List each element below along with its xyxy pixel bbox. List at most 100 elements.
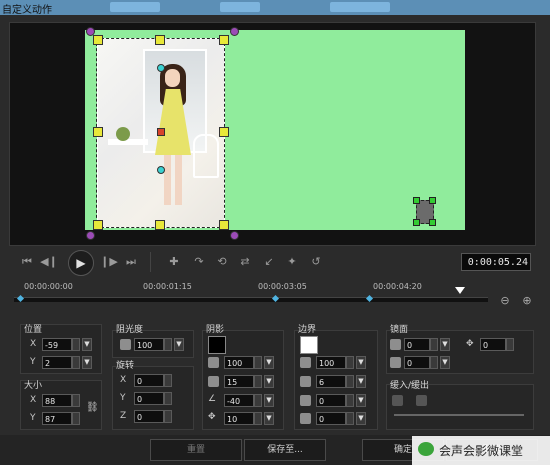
- object-handle[interactable]: [413, 219, 420, 226]
- move-left-icon[interactable]: ↙: [260, 254, 278, 270]
- shadow-blur-spinner[interactable]: [254, 375, 262, 388]
- shadow-opacity-spinner[interactable]: [254, 356, 262, 369]
- add-keyframe-icon[interactable]: ✚: [165, 254, 183, 270]
- resize-handle[interactable]: [219, 35, 229, 45]
- border-blur-dropdown[interactable]: ▼: [356, 394, 366, 407]
- fade-slider[interactable]: [394, 414, 524, 416]
- shadow-blur-dropdown[interactable]: ▼: [264, 375, 274, 388]
- shadow-distance-spinner[interactable]: [254, 412, 262, 425]
- shadow-opacity-dropdown[interactable]: ▼: [264, 356, 274, 369]
- shadow-color-swatch[interactable]: [208, 336, 226, 354]
- border-width-input[interactable]: 6: [316, 375, 346, 388]
- mirror-offset-spinner[interactable]: [506, 338, 514, 351]
- position-y-dropdown[interactable]: ▼: [82, 356, 92, 369]
- remove-keyframe-icon[interactable]: ↷: [190, 254, 208, 270]
- resize-handle[interactable]: [219, 127, 229, 137]
- border-blur-spinner[interactable]: [346, 394, 354, 407]
- rotation-x-input[interactable]: 0: [134, 374, 164, 387]
- mirror-opacity-input[interactable]: 0: [404, 338, 430, 351]
- rotation-y-input[interactable]: 0: [134, 392, 164, 405]
- resize-handle[interactable]: [93, 35, 103, 45]
- fade-in-icon[interactable]: [392, 395, 403, 406]
- position-x-input[interactable]: -59: [42, 338, 72, 351]
- border-radius-input[interactable]: 0: [316, 412, 346, 425]
- shadow-angle-dropdown[interactable]: ▼: [264, 394, 274, 407]
- shadow-opacity-input[interactable]: 100: [224, 356, 254, 369]
- opacity-dropdown[interactable]: ▼: [174, 338, 184, 351]
- mirror-fade-dropdown[interactable]: ▼: [440, 356, 450, 369]
- fade-out-icon[interactable]: [416, 395, 427, 406]
- mirror-fade-spinner[interactable]: [430, 356, 438, 369]
- distort-handle[interactable]: [86, 27, 95, 36]
- border-radius-spinner[interactable]: [346, 412, 354, 425]
- resize-handle[interactable]: [155, 220, 165, 230]
- shadow-angle-input[interactable]: -40: [224, 394, 254, 407]
- border-opacity-spinner[interactable]: [346, 356, 354, 369]
- swap-keyframe-icon[interactable]: ⇄: [236, 254, 254, 270]
- mirror-offset-input[interactable]: 0: [480, 338, 506, 351]
- zoom-out-icon[interactable]: ⊖: [498, 294, 512, 308]
- rotation-y-spinner[interactable]: [164, 392, 172, 405]
- object-handle[interactable]: [429, 197, 436, 204]
- object-handle[interactable]: [413, 197, 420, 204]
- fade-title: 缓入/缓出: [390, 381, 430, 391]
- size-y-input[interactable]: 87: [42, 412, 72, 425]
- skip-start-icon[interactable]: ⏮: [18, 254, 36, 270]
- distort-handle[interactable]: [230, 231, 239, 240]
- shadow-blur-input[interactable]: 15: [224, 375, 254, 388]
- move-right-icon[interactable]: ✦: [283, 254, 301, 270]
- rotation-z-input[interactable]: 0: [134, 410, 164, 423]
- resize-handle[interactable]: [93, 127, 103, 137]
- ruler-label: 00:00:00:00: [24, 282, 73, 291]
- rotation-x-spinner[interactable]: [164, 374, 172, 387]
- rotation-title: 旋转: [116, 361, 135, 371]
- border-width-dropdown[interactable]: ▼: [356, 375, 366, 388]
- position-x-dropdown[interactable]: ▼: [82, 338, 92, 351]
- resize-handle[interactable]: [93, 220, 103, 230]
- resize-handle[interactable]: [155, 35, 165, 45]
- distort-handle[interactable]: [86, 231, 95, 240]
- size-title: 大小: [24, 381, 43, 391]
- rotation-z-spinner[interactable]: [164, 410, 172, 423]
- timecode-display[interactable]: 0:00:05.24: [461, 253, 531, 271]
- size-x-input[interactable]: 88: [42, 394, 72, 407]
- timeline-track[interactable]: [14, 297, 488, 302]
- mirror-opacity-spinner[interactable]: [430, 338, 438, 351]
- position-x-spinner[interactable]: [72, 338, 80, 351]
- resize-handle[interactable]: [219, 220, 229, 230]
- position-y-input[interactable]: 2: [42, 356, 72, 369]
- border-opacity-dropdown[interactable]: ▼: [356, 356, 366, 369]
- link-icon[interactable]: ⛓: [86, 402, 99, 413]
- border-blur-input[interactable]: 0: [316, 394, 346, 407]
- shadow-distance-dropdown[interactable]: ▼: [264, 412, 274, 425]
- mirror-opacity-icon: [390, 339, 401, 350]
- playhead[interactable]: [455, 287, 465, 294]
- anchor-point[interactable]: [157, 128, 165, 136]
- reverse-keyframe-icon[interactable]: ⟲: [213, 254, 231, 270]
- prev-frame-icon[interactable]: ◀❙: [40, 254, 58, 270]
- pivot-handle[interactable]: [157, 166, 165, 174]
- save-as-button[interactable]: 保存至...: [244, 439, 326, 461]
- opacity-input[interactable]: 100: [134, 338, 164, 351]
- position-y-spinner[interactable]: [72, 356, 80, 369]
- border-color-swatch[interactable]: [300, 336, 318, 354]
- mirror-fade-input[interactable]: 0: [404, 356, 430, 369]
- shadow-distance-input[interactable]: 10: [224, 412, 254, 425]
- mirror-opacity-dropdown[interactable]: ▼: [440, 338, 450, 351]
- border-radius-dropdown[interactable]: ▼: [356, 412, 366, 425]
- border-opacity-input[interactable]: 100: [316, 356, 346, 369]
- shadow-angle-spinner[interactable]: [254, 394, 262, 407]
- size-y-spinner[interactable]: [72, 412, 80, 425]
- reset-button[interactable]: 重置: [150, 439, 242, 461]
- skip-end-icon[interactable]: ⏭: [122, 254, 140, 270]
- object-handle[interactable]: [429, 219, 436, 226]
- reset-keyframe-icon[interactable]: ↺: [307, 254, 325, 270]
- opacity-spinner[interactable]: [164, 338, 172, 351]
- size-x-spinner[interactable]: [72, 394, 80, 407]
- distort-handle[interactable]: [230, 27, 239, 36]
- border-width-spinner[interactable]: [346, 375, 354, 388]
- zoom-in-icon[interactable]: ⊕: [520, 294, 534, 308]
- next-frame-icon[interactable]: ❙▶: [100, 254, 118, 270]
- play-button[interactable]: ▶: [68, 250, 94, 276]
- rotation-handle[interactable]: [157, 64, 165, 72]
